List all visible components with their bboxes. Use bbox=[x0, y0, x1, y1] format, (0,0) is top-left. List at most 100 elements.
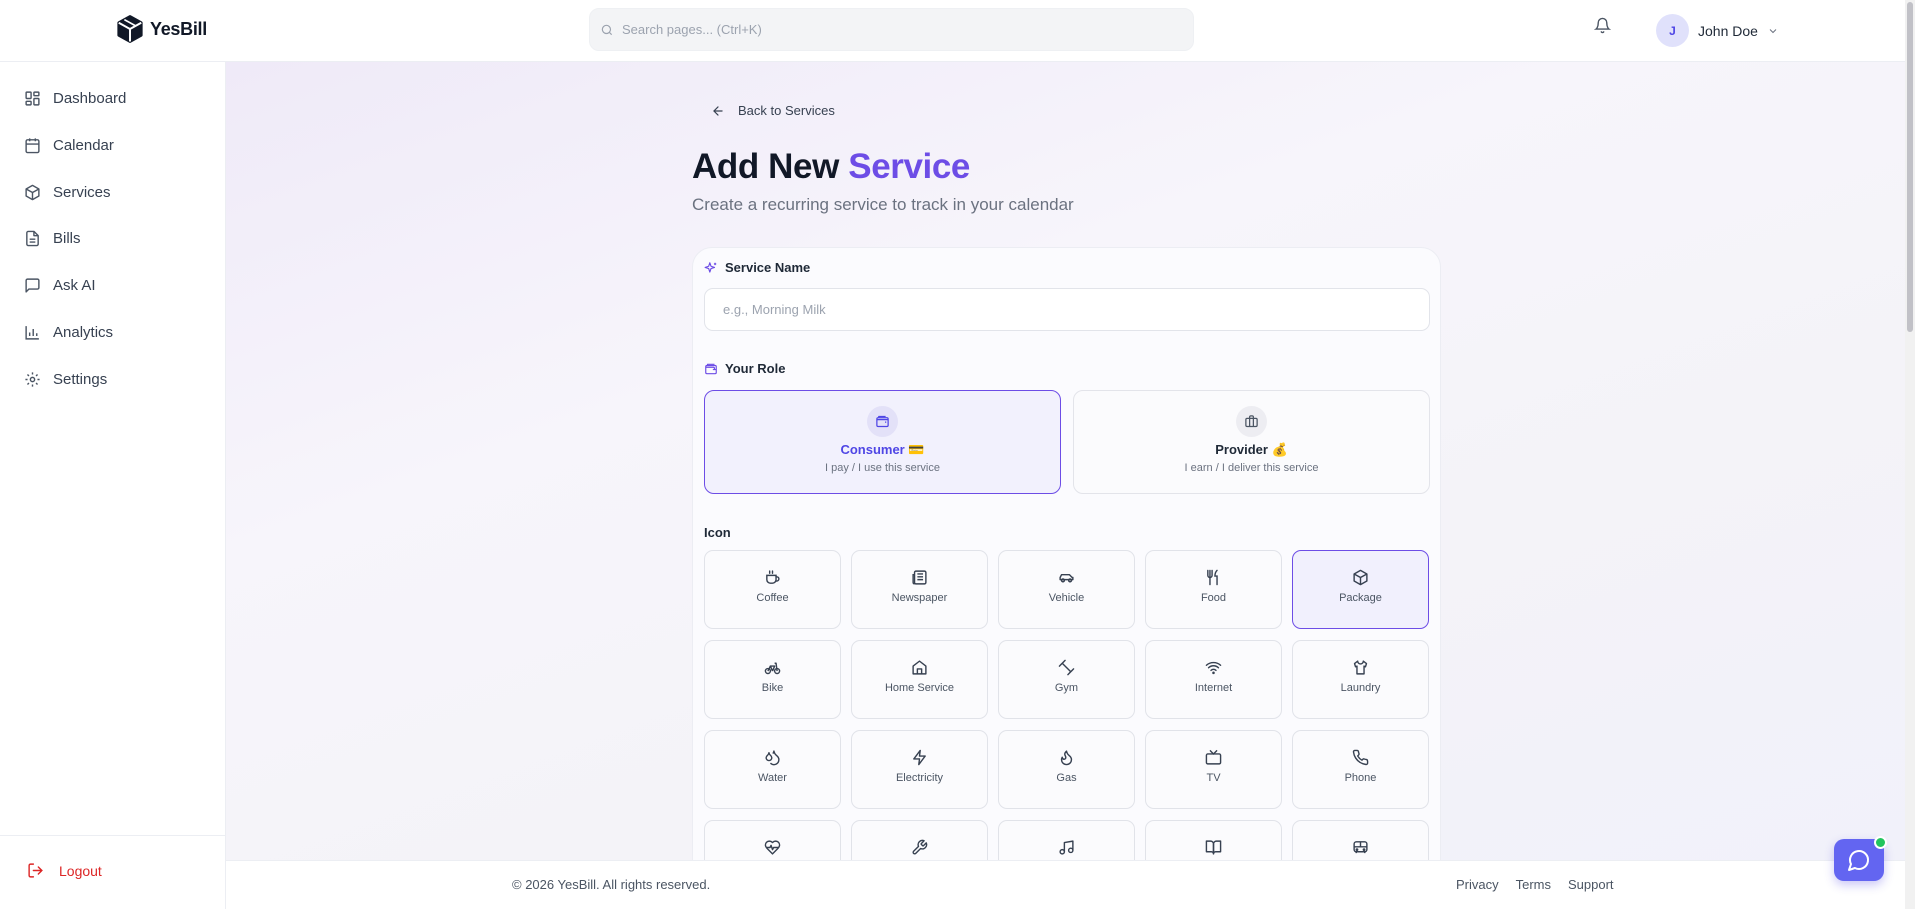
music-icon bbox=[1059, 840, 1074, 855]
divider bbox=[0, 835, 226, 836]
role-label: Your Role bbox=[725, 361, 786, 376]
icon-option-water[interactable]: Water bbox=[704, 730, 841, 809]
logout-icon bbox=[28, 863, 43, 878]
icon-option-label: Coffee bbox=[756, 592, 789, 604]
icon-option-tv[interactable]: TV bbox=[1145, 730, 1282, 809]
briefcase-icon bbox=[1245, 415, 1258, 428]
icon-option-repair[interactable] bbox=[851, 820, 988, 860]
tv-icon bbox=[1205, 749, 1222, 765]
icon-option-food[interactable]: Food bbox=[1145, 550, 1282, 629]
service-name-label-row: Service Name bbox=[704, 260, 810, 275]
arrow-left-icon bbox=[713, 105, 723, 116]
footer-links: Privacy Terms Support bbox=[1456, 877, 1614, 892]
icon-section-label: Icon bbox=[704, 525, 731, 540]
icon-option-coffee[interactable]: Coffee bbox=[704, 550, 841, 629]
page-subtitle: Create a recurring service to track in y… bbox=[692, 195, 1074, 214]
logout-button[interactable]: Logout bbox=[27, 862, 102, 879]
book-open-icon bbox=[1205, 840, 1222, 855]
back-label: Back to Services bbox=[738, 103, 835, 118]
icon-option-health[interactable] bbox=[704, 820, 841, 860]
package-icon bbox=[1353, 569, 1368, 586]
wrench-icon bbox=[912, 839, 928, 855]
sidebar-item-services[interactable]: Services bbox=[24, 180, 111, 204]
heart-pulse-icon bbox=[764, 840, 781, 855]
icon-option-label: Package bbox=[1339, 592, 1382, 604]
title-accent: Service bbox=[848, 147, 971, 186]
sidebar-item-settings[interactable]: Settings bbox=[24, 367, 107, 391]
search-bar[interactable] bbox=[589, 8, 1194, 51]
icon-option-phone[interactable]: Phone bbox=[1292, 730, 1429, 809]
icon-option-books[interactable] bbox=[1145, 820, 1282, 860]
utensils-icon bbox=[1207, 569, 1218, 586]
bus-icon bbox=[1353, 841, 1368, 854]
chat-button[interactable] bbox=[1834, 836, 1887, 881]
icon-option-home-service[interactable]: Home Service bbox=[851, 640, 988, 719]
icon-option-internet[interactable]: Internet bbox=[1145, 640, 1282, 719]
icon-option-gas[interactable]: Gas bbox=[998, 730, 1135, 809]
sidebar-item-dashboard[interactable]: Dashboard bbox=[24, 86, 126, 110]
bell-icon bbox=[1593, 17, 1612, 34]
icon-option-electricity[interactable]: Electricity bbox=[851, 730, 988, 809]
icon-option-bike[interactable]: Bike bbox=[704, 640, 841, 719]
icon-option-label: Electricity bbox=[895, 772, 944, 784]
home-icon bbox=[912, 660, 927, 675]
logout-label: Logout bbox=[59, 862, 102, 879]
footer-link-support[interactable]: Support bbox=[1568, 877, 1614, 892]
gear-icon bbox=[25, 371, 40, 387]
calendar-icon bbox=[25, 137, 40, 153]
notifications-button[interactable] bbox=[1593, 17, 1612, 39]
role-title: Provider 💰 bbox=[1215, 442, 1288, 457]
service-form-card: Service Name Your Role Consumer 💳 I pay … bbox=[692, 247, 1441, 860]
cube-logo-icon bbox=[117, 15, 143, 43]
icon-option-newspaper[interactable]: Newspaper bbox=[851, 550, 988, 629]
wallet-icon bbox=[705, 363, 717, 374]
service-name-input[interactable] bbox=[704, 288, 1430, 331]
wifi-icon bbox=[1205, 661, 1222, 675]
service-name-label: Service Name bbox=[725, 260, 811, 275]
sidebar: Dashboard Calendar Services Bills Ask AI… bbox=[0, 62, 226, 909]
zap-icon bbox=[913, 749, 926, 766]
sidebar-item-calendar[interactable]: Calendar bbox=[24, 133, 114, 157]
message-circle-icon bbox=[1848, 850, 1869, 871]
sidebar-item-label: Bills bbox=[53, 229, 81, 247]
icon-option-label: Internet bbox=[1194, 682, 1233, 694]
sidebar-item-label: Services bbox=[53, 183, 111, 201]
role-subtitle: I pay / I use this service bbox=[825, 462, 940, 474]
icon-option-music[interactable] bbox=[998, 820, 1135, 860]
icon-option-gym[interactable]: Gym bbox=[998, 640, 1135, 719]
scrollbar-thumb[interactable] bbox=[1907, 2, 1913, 332]
car-icon bbox=[1059, 573, 1074, 583]
footer-link-privacy[interactable]: Privacy bbox=[1456, 877, 1499, 892]
icon-option-label: Water bbox=[758, 772, 787, 784]
dumbbell-icon bbox=[1058, 659, 1075, 676]
sidebar-item-ask-ai[interactable]: Ask AI bbox=[24, 273, 96, 297]
icon-option-label: TV bbox=[1206, 772, 1221, 784]
role-option-provider[interactable]: Provider 💰 I earn / I deliver this servi… bbox=[1073, 390, 1430, 494]
icon-option-vehicle[interactable]: Vehicle bbox=[998, 550, 1135, 629]
newspaper-icon bbox=[912, 570, 927, 585]
back-to-services-link[interactable]: Back to Services bbox=[711, 103, 835, 118]
droplets-icon bbox=[765, 750, 780, 766]
bar-chart-icon bbox=[25, 325, 39, 340]
icon-option-label: Gym bbox=[1054, 682, 1079, 694]
sidebar-item-analytics[interactable]: Analytics bbox=[24, 320, 113, 344]
box-icon bbox=[25, 184, 40, 200]
icon-option-transport[interactable] bbox=[1292, 820, 1429, 860]
sidebar-item-bills[interactable]: Bills bbox=[24, 226, 81, 250]
user-menu[interactable]: J John Doe bbox=[1656, 14, 1779, 47]
role-option-consumer[interactable]: Consumer 💳 I pay / I use this service bbox=[704, 390, 1061, 494]
shirt-icon bbox=[1353, 660, 1368, 675]
user-name: John Doe bbox=[1698, 22, 1758, 39]
role-icon-wrap bbox=[1236, 406, 1267, 437]
chat-icon bbox=[25, 277, 40, 293]
icon-option-label: Vehicle bbox=[1048, 592, 1085, 604]
search-input[interactable] bbox=[622, 22, 1162, 37]
icon-option-label: Phone bbox=[1344, 772, 1377, 784]
app-name: YesBill bbox=[150, 18, 207, 39]
icon-option-laundry[interactable]: Laundry bbox=[1292, 640, 1429, 719]
footer-link-terms[interactable]: Terms bbox=[1516, 877, 1551, 892]
sparkles-icon bbox=[704, 261, 717, 273]
icon-option-package[interactable]: Package bbox=[1292, 550, 1429, 629]
copyright-text: © 2026 YesBill. All rights reserved. bbox=[512, 877, 711, 892]
app-logo[interactable]: YesBill bbox=[115, 14, 207, 44]
